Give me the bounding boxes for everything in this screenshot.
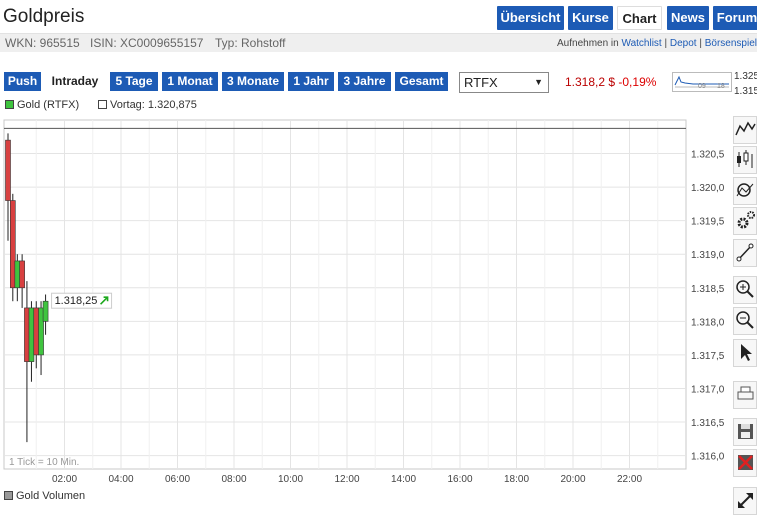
y-tick-label: 1.318,0 xyxy=(691,317,725,328)
legend-swatch xyxy=(98,100,107,109)
x-tick-label: 20:00 xyxy=(560,474,585,484)
exchange-value: RTFX xyxy=(464,75,498,90)
line-chart-icon[interactable] xyxy=(733,116,757,144)
current-price: 1.318,2 $ xyxy=(565,75,616,89)
wkn-label: WKN: 965515 xyxy=(5,36,80,50)
mini-label: 09 xyxy=(698,83,706,90)
y-tick-label: 1.317,5 xyxy=(691,351,725,362)
tab-uebersicht[interactable]: Übersicht xyxy=(497,6,564,30)
y-tick-label: 1.320,5 xyxy=(691,150,725,161)
candle-body xyxy=(33,307,40,356)
candle-body xyxy=(42,300,49,322)
legend-vortag-label: Vortag: 1.320,875 xyxy=(110,99,197,111)
zoom-out-icon[interactable] xyxy=(733,307,757,335)
tick-note: 1 Tick = 10 Min. xyxy=(9,457,79,468)
x-tick-label: 16:00 xyxy=(447,474,472,484)
x-tick-label: 10:00 xyxy=(278,474,303,484)
y-tick-label: 1.316,5 xyxy=(691,418,725,429)
mini-max-value: 1.325 xyxy=(734,71,757,82)
mini-min-value: 1.315 xyxy=(734,86,757,97)
exchange-select[interactable]: RTFX ▼ xyxy=(459,72,549,93)
candle-chart-icon[interactable] xyxy=(733,146,757,174)
info-bar: WKN: 965515 ISIN: XC0009655157 Typ: Rohs… xyxy=(0,33,757,52)
x-tick-label: 06:00 xyxy=(165,474,190,484)
x-tick-label: 18:00 xyxy=(504,474,529,484)
delete-icon[interactable] xyxy=(733,449,757,477)
range-5tage-button[interactable]: 5 Tage xyxy=(110,72,158,91)
chart-tools xyxy=(733,113,757,515)
y-tick-label: 1.316,0 xyxy=(691,452,725,463)
candle-body xyxy=(19,260,25,289)
range-intraday-button[interactable]: Intraday xyxy=(45,72,105,91)
mini-label: 18 xyxy=(717,83,725,90)
draw-line-icon[interactable] xyxy=(733,239,757,267)
x-tick-label: 02:00 xyxy=(52,474,77,484)
x-tick-label: 04:00 xyxy=(108,474,133,484)
tab-forum[interactable]: Forum xyxy=(713,6,757,30)
x-tick-label: 14:00 xyxy=(391,474,416,484)
save-icon[interactable] xyxy=(733,418,757,446)
legend-volume-label: Gold Volumen xyxy=(16,490,86,502)
price-chart[interactable]: 1.320,5 1.320,0 1.319,5 1.319,0 1.318,5 1.318… xyxy=(0,112,733,484)
typ-label: Typ: Rohstoff xyxy=(215,36,286,50)
legend-swatch xyxy=(4,491,13,500)
mini-chart[interactable]: 09 18 xyxy=(672,72,732,92)
y-tick-label: 1.319,5 xyxy=(691,217,725,228)
last-price-label: 1.318,25 xyxy=(55,295,98,307)
aufnehmen-label: Aufnehmen in xyxy=(557,38,619,49)
boersenspiel-link[interactable]: Börsenspiel xyxy=(705,38,757,49)
y-tick-label: 1.319,0 xyxy=(691,250,725,261)
separator: | xyxy=(699,38,702,49)
legend-volume[interactable]: Gold Volumen xyxy=(4,490,85,502)
legend-swatch xyxy=(5,100,14,109)
legend-vortag[interactable]: Vortag: 1.320,875 xyxy=(98,99,197,111)
range-gesamt-button[interactable]: Gesamt xyxy=(395,72,448,91)
range-3jahre-button[interactable]: 3 Jahre xyxy=(338,72,391,91)
range-1jahr-button[interactable]: 1 Jahr xyxy=(288,72,334,91)
separator: | xyxy=(664,38,668,49)
candle-body xyxy=(28,307,35,362)
range-3monate-button[interactable]: 3 Monate xyxy=(222,72,284,91)
pointer-icon[interactable] xyxy=(733,339,757,367)
price-change: -0,19% xyxy=(618,75,657,89)
page-title: Goldpreis xyxy=(3,6,85,27)
dropdown-arrow-icon: ▼ xyxy=(534,77,543,87)
x-tick-label: 22:00 xyxy=(617,474,642,484)
candle-body xyxy=(14,260,21,289)
info-links: Aufnehmen in Watchlist | Depot | Börsens… xyxy=(557,38,757,49)
price-display: 1.318,2 $ -0,19% xyxy=(565,75,656,89)
x-tick-label: 12:00 xyxy=(334,474,359,484)
legend-gold-label: Gold (RTFX) xyxy=(17,99,80,111)
isin-label: ISIN: XC0009655157 xyxy=(90,36,204,50)
y-tick-label: 1.318,5 xyxy=(691,284,725,295)
tab-kurse[interactable]: Kurse xyxy=(568,6,613,30)
x-tick-label: 08:00 xyxy=(221,474,246,484)
gold-chart-page: Goldpreis Übersicht Kurse Chart News For… xyxy=(0,0,757,515)
y-tick-label: 1.317,0 xyxy=(691,384,725,395)
candle-body xyxy=(5,139,11,201)
indicator-icon[interactable] xyxy=(733,177,757,205)
range-1monat-button[interactable]: 1 Monat xyxy=(162,72,218,91)
fullscreen-icon[interactable] xyxy=(733,487,757,515)
print-icon[interactable] xyxy=(733,381,757,409)
zoom-in-icon[interactable] xyxy=(733,276,757,304)
legend-gold[interactable]: Gold (RTFX) xyxy=(5,99,79,111)
y-tick-label: 1.320,0 xyxy=(691,183,725,194)
tab-chart[interactable]: Chart xyxy=(617,6,662,30)
range-push-button[interactable]: Push xyxy=(4,72,41,91)
tab-news[interactable]: News xyxy=(667,6,709,30)
depot-link[interactable]: Depot xyxy=(670,38,697,49)
watchlist-link[interactable]: Watchlist xyxy=(622,38,662,49)
settings-gear-icon[interactable] xyxy=(733,207,757,235)
